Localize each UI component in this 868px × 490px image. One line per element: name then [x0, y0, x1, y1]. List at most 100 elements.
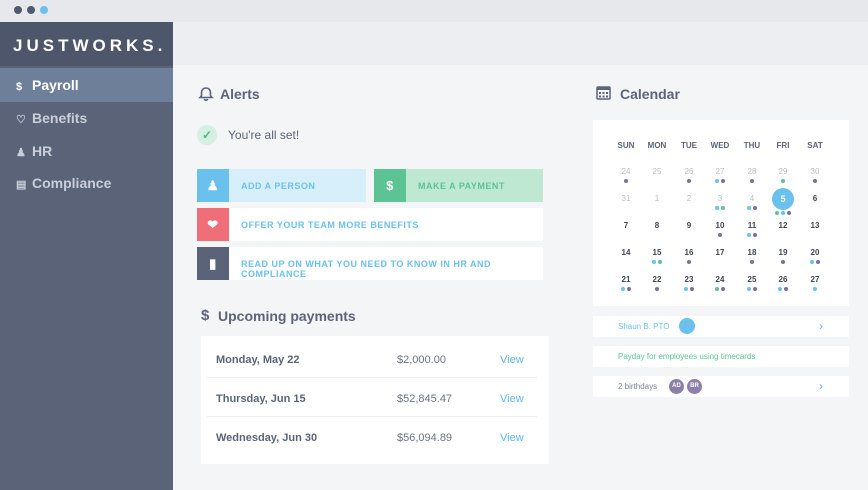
brand-logo[interactable]: JUSTWORKS. — [0, 22, 173, 66]
event-dot — [690, 287, 694, 291]
event-dots — [705, 206, 735, 210]
read-compliance-button[interactable]: ▮ READ UP ON WHAT YOU NEED TO KNOW IN HR… — [197, 247, 543, 280]
chevron-right-icon[interactable]: › — [819, 379, 823, 393]
event-text: Payday for employees using timecards — [618, 352, 756, 361]
person-icon: ♟ — [197, 169, 229, 202]
sidebar-item-label: Benefits — [32, 110, 88, 126]
event-dots — [800, 179, 830, 183]
calendar-day[interactable]: 20 — [800, 248, 830, 272]
calendar-day[interactable]: 25 — [737, 275, 767, 299]
calendar-day[interactable]: 27 — [705, 167, 735, 191]
event-dot — [813, 179, 817, 183]
checkmark-icon: ✓ — [197, 125, 217, 145]
sidebar-item-hr[interactable]: ♟ HR — [0, 134, 173, 168]
dollar-icon: $ — [201, 307, 210, 324]
calendar-day[interactable]: 15 — [642, 248, 672, 272]
calendar-day[interactable]: 18 — [737, 248, 767, 272]
calendar-day[interactable]: 7 — [611, 221, 641, 245]
day-number: 10 — [715, 221, 725, 230]
calendar-day[interactable]: 4 — [737, 194, 767, 218]
book-icon: ▮ — [197, 247, 229, 280]
calendar-day[interactable]: 13 — [800, 221, 830, 245]
calendar-event[interactable]: Payday for employees using timecards — [593, 346, 849, 367]
day-number: 22 — [652, 275, 662, 284]
window-titlebar — [0, 0, 868, 22]
calendar-day[interactable]: 26 — [768, 275, 798, 299]
event-dot — [718, 233, 722, 237]
calendar-day[interactable]: 14 — [611, 248, 641, 272]
button-label: OFFER YOUR TEAM MORE BENEFITS — [241, 220, 419, 230]
calendar-day[interactable]: 19 — [768, 248, 798, 272]
event-dot — [781, 179, 785, 183]
weekday-sat: SAT — [807, 141, 823, 150]
calendar-day[interactable]: 2 — [674, 194, 704, 218]
calendar-day[interactable]: 30 — [800, 167, 830, 191]
calendar-event[interactable]: 2 birthdays AD BR › — [593, 376, 849, 397]
calendar-day[interactable]: 6 — [800, 194, 830, 218]
calendar-event[interactable]: Shaun B. PTO › — [593, 316, 849, 337]
row-divider — [207, 377, 537, 378]
calendar-day[interactable]: 8 — [642, 221, 672, 245]
close-window-icon[interactable] — [14, 6, 22, 14]
alerts-status: You're all set! — [228, 128, 300, 142]
event-dot — [621, 287, 625, 291]
event-dots — [674, 179, 704, 183]
calendar-day[interactable]: 25 — [642, 167, 672, 191]
view-payment-link[interactable]: View — [500, 393, 524, 405]
maximize-window-icon[interactable] — [40, 6, 48, 14]
calendar-day[interactable]: 24 — [705, 275, 735, 299]
view-payment-link[interactable]: View — [500, 354, 524, 366]
event-dots — [705, 233, 735, 237]
event-dots — [611, 179, 641, 183]
calendar-day[interactable]: 11 — [737, 221, 767, 245]
calendar-day[interactable]: 1 — [642, 194, 672, 218]
calendar-day[interactable]: 12 — [768, 221, 798, 245]
weekday-wed: WED — [710, 141, 730, 150]
button-label: ADD A PERSON — [241, 181, 316, 191]
sidebar-item-compliance[interactable]: ▤ Compliance — [0, 166, 173, 200]
heart-icon: ❤ — [197, 208, 229, 241]
sidebar-item-payroll[interactable]: $ Payroll — [0, 68, 173, 102]
weekday-thu: THU — [743, 141, 761, 150]
day-number: 29 — [778, 167, 788, 176]
calendar-day[interactable]: 24 — [611, 167, 641, 191]
event-dots — [768, 260, 798, 264]
day-number: 16 — [684, 248, 694, 257]
payments-title: Upcoming payments — [218, 308, 356, 324]
day-number: 14 — [621, 248, 631, 257]
today-marker[interactable]: 5 — [772, 188, 794, 210]
calendar-day[interactable]: 9 — [674, 221, 704, 245]
chevron-right-icon[interactable]: › — [819, 319, 823, 333]
calendar-day[interactable]: 16 — [674, 248, 704, 272]
add-person-button[interactable]: ♟ ADD A PERSON — [197, 169, 366, 202]
calendar-day[interactable]: 27 — [800, 275, 830, 299]
day-number: 3 — [717, 194, 723, 203]
day-number: 2 — [686, 194, 692, 203]
weekday-fri: FRI — [776, 141, 790, 150]
calendar-day[interactable]: 28 — [737, 167, 767, 191]
minimize-window-icon[interactable] — [27, 6, 35, 14]
offer-benefits-button[interactable]: ❤ OFFER YOUR TEAM MORE BENEFITS — [197, 208, 543, 241]
calendar-day[interactable]: 17 — [705, 248, 735, 272]
calendar-day[interactable]: 23 — [674, 275, 704, 299]
sidebar-item-benefits[interactable]: ♡ Benefits — [0, 101, 173, 135]
calendar-day[interactable]: 5 — [768, 188, 798, 218]
payment-amount: $2,000.00 — [397, 354, 446, 366]
calendar-day[interactable]: 26 — [674, 167, 704, 191]
event-dot — [652, 260, 656, 264]
day-number: 13 — [810, 221, 820, 230]
day-number: 26 — [684, 167, 694, 176]
calendar-day[interactable]: 31 — [611, 194, 641, 218]
event-dots — [768, 179, 798, 183]
calendar-day[interactable]: 22 — [642, 275, 672, 299]
event-dot — [684, 287, 688, 291]
calendar-day[interactable]: 3 — [705, 194, 735, 218]
event-dot — [778, 287, 782, 291]
calendar-day[interactable]: 21 — [611, 275, 641, 299]
view-payment-link[interactable]: View — [500, 432, 524, 444]
event-dots — [737, 287, 767, 291]
make-payment-button[interactable]: $ MAKE A PAYMENT — [374, 169, 543, 202]
calendar-day[interactable]: 10 — [705, 221, 735, 245]
day-number: 6 — [812, 194, 818, 203]
event-dots — [737, 206, 767, 210]
